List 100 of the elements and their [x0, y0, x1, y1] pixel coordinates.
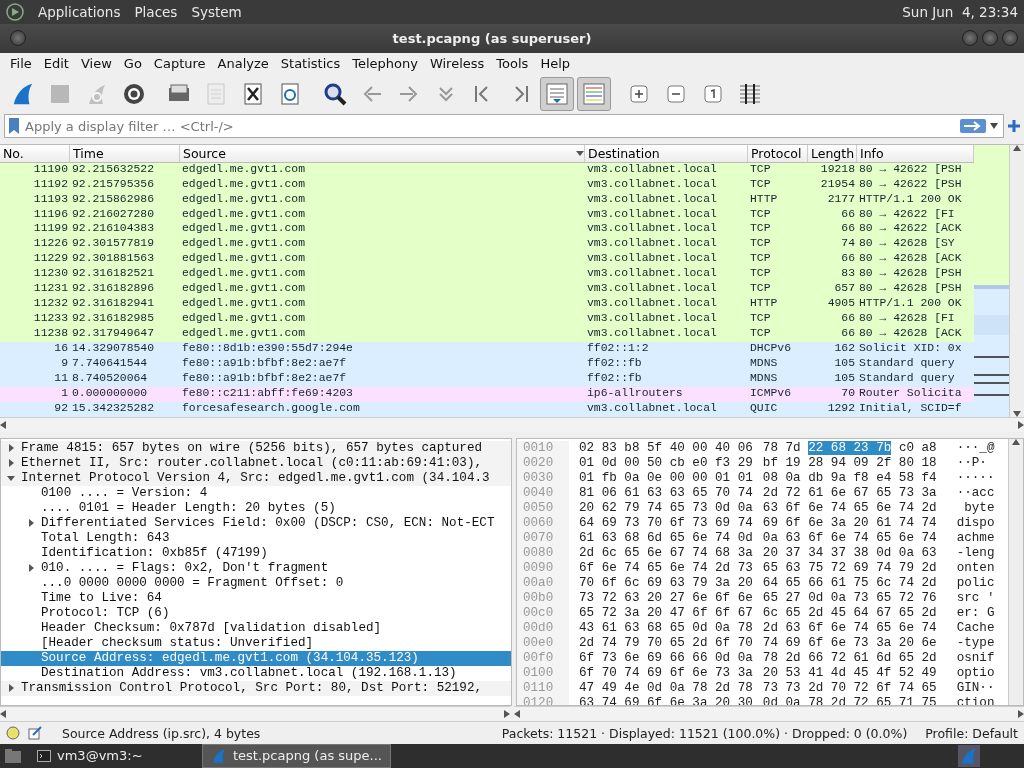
hex-bytes[interactable]: 2d 72 61 6e 67 65 73 3a: [762, 485, 937, 500]
table-cell-text: TCP: [749, 237, 772, 252]
expand-arrow-icon[interactable]: [27, 564, 35, 573]
scroll-up-icon[interactable]: [1012, 438, 1020, 445]
dropdown-caret-icon[interactable]: [990, 123, 998, 129]
detail-tree-item[interactable]: Header Checksum: 0x787d [validation disabled]: [1, 620, 511, 636]
menu-item[interactable]: Tools: [490, 56, 535, 72]
gear-icon: [122, 81, 146, 106]
table-cell-text: vm3.collabnet.local: [586, 282, 718, 297]
colored-lines-icon: [582, 81, 606, 106]
edit-icon[interactable]: [28, 726, 42, 741]
detail-tree-item[interactable]: .... 0101 = Header Length: 20 bytes (5): [1, 500, 511, 516]
menu-item[interactable]: Telephony: [346, 56, 424, 72]
panel-menu[interactable]: Places: [134, 3, 178, 20]
detail-tree-item[interactable]: Total Length: 643: [1, 530, 511, 546]
menu-item[interactable]: Analyze: [211, 56, 275, 72]
scroll-left-icon[interactable]: [0, 709, 6, 718]
menu-item[interactable]: Wireless: [423, 56, 491, 72]
hex-bytes[interactable]: 20 53 41 4d 45 4f 52 49: [762, 665, 937, 680]
collapse-arrow-icon[interactable]: [7, 474, 15, 483]
maximize-button[interactable]: [982, 30, 998, 47]
table-cell-text: 11: [53, 371, 69, 386]
packet-row[interactable]: 11231 92.316182896 edgedl.me.gvt1.com vm3.collabnet.local TCP 657 80 → 42628 [PSH: [0, 282, 974, 298]
menu-item[interactable]: Statistics: [274, 56, 347, 72]
hex-bytes[interactable]: 74 69 6f 6e 73 3a 20 6e: [762, 635, 937, 650]
hex-bytes[interactable]: 08 0a db 9a f8 e4 58 f4: [762, 470, 937, 485]
table-cell-text: 66: [840, 222, 856, 237]
status-indicator-icon[interactable]: [6, 726, 20, 741]
menu-item[interactable]: Help: [534, 56, 576, 72]
detail-tree-item[interactable]: Identification: 0xb85f (47199): [1, 545, 511, 561]
hex-bytes[interactable]: 2d 63 6f 6e 74 65 6e 74: [762, 620, 937, 635]
window-menu-button[interactable]: [10, 30, 26, 47]
table-cell-text: MDNS: [749, 371, 779, 386]
minimize-button[interactable]: [962, 30, 978, 47]
detail-tree-item[interactable]: Frame 4815: 657 bytes on wire (5256 bits), 657 bytes captured: [1, 440, 511, 456]
menu-item[interactable]: Capture: [147, 56, 212, 72]
scroll-right-icon[interactable]: [1018, 420, 1024, 429]
menu-item[interactable]: File: [4, 56, 38, 72]
hex-bytes[interactable]: c0 a8: [898, 440, 937, 455]
column-header[interactable]: No.: [0, 144, 70, 162]
packet-row[interactable]: 11199 92.216104383 edgedl.me.gvt1.com vm3.collabnet.local TCP 66 80 → 42622 [ACK: [0, 222, 974, 238]
hex-bytes[interactable]: 73 73 2d 70 72 6f 74 65: [762, 680, 937, 695]
panel-menu[interactable]: Applications: [38, 3, 121, 20]
hex-bytes[interactable]: 78 2d 66 72 61 6d 65 2d: [762, 650, 937, 665]
hex-bytes[interactable]: 64 65 66 61 75 6c 74 2d: [762, 575, 937, 590]
detail-tree-item[interactable]: Destination Address: vm3.collabnet.local (192.168.1.13): [1, 665, 511, 681]
hex-bytes[interactable]: 65 63 75 72 69 74 79 2d: [762, 560, 937, 575]
hex-bytes[interactable]: 20 37 34 37 38 0d 0a 63: [762, 545, 937, 560]
detail-tree-item[interactable]: ...0 0000 0000 0000 = Fragment Offset: 0: [1, 575, 511, 591]
detail-tree-item[interactable]: Protocol: TCP (6): [1, 605, 511, 621]
hex-bytes[interactable]: 63 6f 6e 74 65 6e 74 2d: [762, 500, 937, 515]
expand-arrow-icon[interactable]: [27, 519, 35, 528]
detail-tree-item[interactable]: [Header checksum status: Unverified]: [1, 635, 511, 651]
menu-item[interactable]: View: [74, 56, 118, 72]
bookmark-icon[interactable]: [9, 118, 19, 134]
menu-item[interactable]: Go: [117, 56, 148, 72]
scroll-right-icon[interactable]: [1018, 709, 1024, 718]
table-cell-text: 21954: [819, 177, 856, 192]
hex-bytes[interactable]: 6c 65 2d 45 64 67 65 2d: [762, 605, 937, 620]
scroll-left-icon[interactable]: [0, 420, 6, 429]
add-icon[interactable]: [1008, 120, 1020, 132]
hex-bytes[interactable]: 78 7d: [762, 440, 801, 455]
scroll-up-icon[interactable]: [1013, 144, 1021, 151]
hex-bytes[interactable]: bf 19 28 94 09 2f 80 18: [762, 455, 937, 470]
display-filter-field[interactable]: Apply a display filter … <Ctrl-/>: [4, 114, 1004, 138]
hex-bytes[interactable]: 22 68 23 7b: [808, 440, 892, 455]
scroll-right-icon[interactable]: [504, 709, 510, 718]
column-header[interactable]: Protocol: [748, 144, 808, 162]
detail-tree-item[interactable]: Transmission Control Protocol, Src Port: 80, Dst Port: 52192,: [1, 680, 511, 696]
hex-bytes[interactable]: 65 27 0d 0a 73 65 72 76: [762, 590, 937, 605]
packet-row[interactable]: 11232 92.316182941 edgedl.me.gvt1.com vm3.collabnet.local HTTP 4905 HTTP/1.1 200 OK: [0, 297, 974, 313]
packet-row[interactable]: 11238 92.317949647 edgedl.me.gvt1.com vm3.collabnet.local TCP 66 80 → 42628 [ACK: [0, 327, 974, 342]
column-header[interactable]: Source: [180, 144, 585, 162]
scroll-left-icon[interactable]: [514, 709, 520, 718]
table-cell-text: ff02::fb: [586, 356, 643, 371]
expand-arrow-icon[interactable]: [7, 684, 15, 693]
packet-row[interactable]: 11226 92.301577819 edgedl.me.gvt1.com vm3.collabnet.local TCP 74 80 → 42628 [SY: [0, 237, 974, 253]
detail-tree-item[interactable]: Differentiated Services Field: 0x00 (DSCP: CS0, ECN: Not-ECT: [1, 515, 511, 531]
column-header[interactable]: Length: [808, 144, 857, 162]
tray-app-icon[interactable]: [958, 744, 980, 767]
detail-tree-item[interactable]: Time to Live: 64: [1, 590, 511, 606]
folder-icon[interactable]: [4, 747, 22, 764]
detail-tree-item[interactable]: 010. .... = Flags: 0x2, Don't fragment: [1, 560, 511, 576]
detail-tree-item[interactable]: 0100 .... = Version: 4: [1, 485, 511, 501]
packet-row[interactable]: 11233 92.316182985 edgedl.me.gvt1.com vm3.collabnet.local TCP 66 80 → 42628 [FI: [0, 312, 974, 328]
column-header[interactable]: Destination: [585, 144, 748, 162]
packet-row[interactable]: 11230 92.316182521 edgedl.me.gvt1.com vm3.collabnet.local TCP 83 80 → 42628 [PSH: [0, 267, 974, 283]
taskbar-item[interactable]: test.pcapng (as supe...: [202, 743, 391, 768]
packet-row[interactable]: 11229 92.301881563 edgedl.me.gvt1.com vm3.collabnet.local TCP 66 80 → 42628 [ACK: [0, 252, 974, 268]
table-cell-text: 66: [840, 252, 856, 267]
profile-label[interactable]: Profile: Default: [925, 725, 1018, 741]
logo-icon[interactable]: [6, 2, 24, 21]
menu-item[interactable]: Edit: [37, 56, 75, 72]
hex-bytes[interactable]: 0a 63 6f 6e 74 65 6e 74: [762, 530, 937, 545]
panel-menu[interactable]: System: [191, 3, 242, 20]
close-button[interactable]: [1002, 30, 1018, 47]
taskbar-item[interactable]: vm3@vm3:~: [28, 743, 196, 768]
detail-tree-item[interactable]: Source Address: edgedl.me.gvt1.com (34.104.35.123): [1, 650, 511, 666]
hex-bytes[interactable]: 69 6f 6e 3a 20 61 74 74: [762, 515, 937, 530]
column-header[interactable]: Time: [70, 144, 180, 162]
